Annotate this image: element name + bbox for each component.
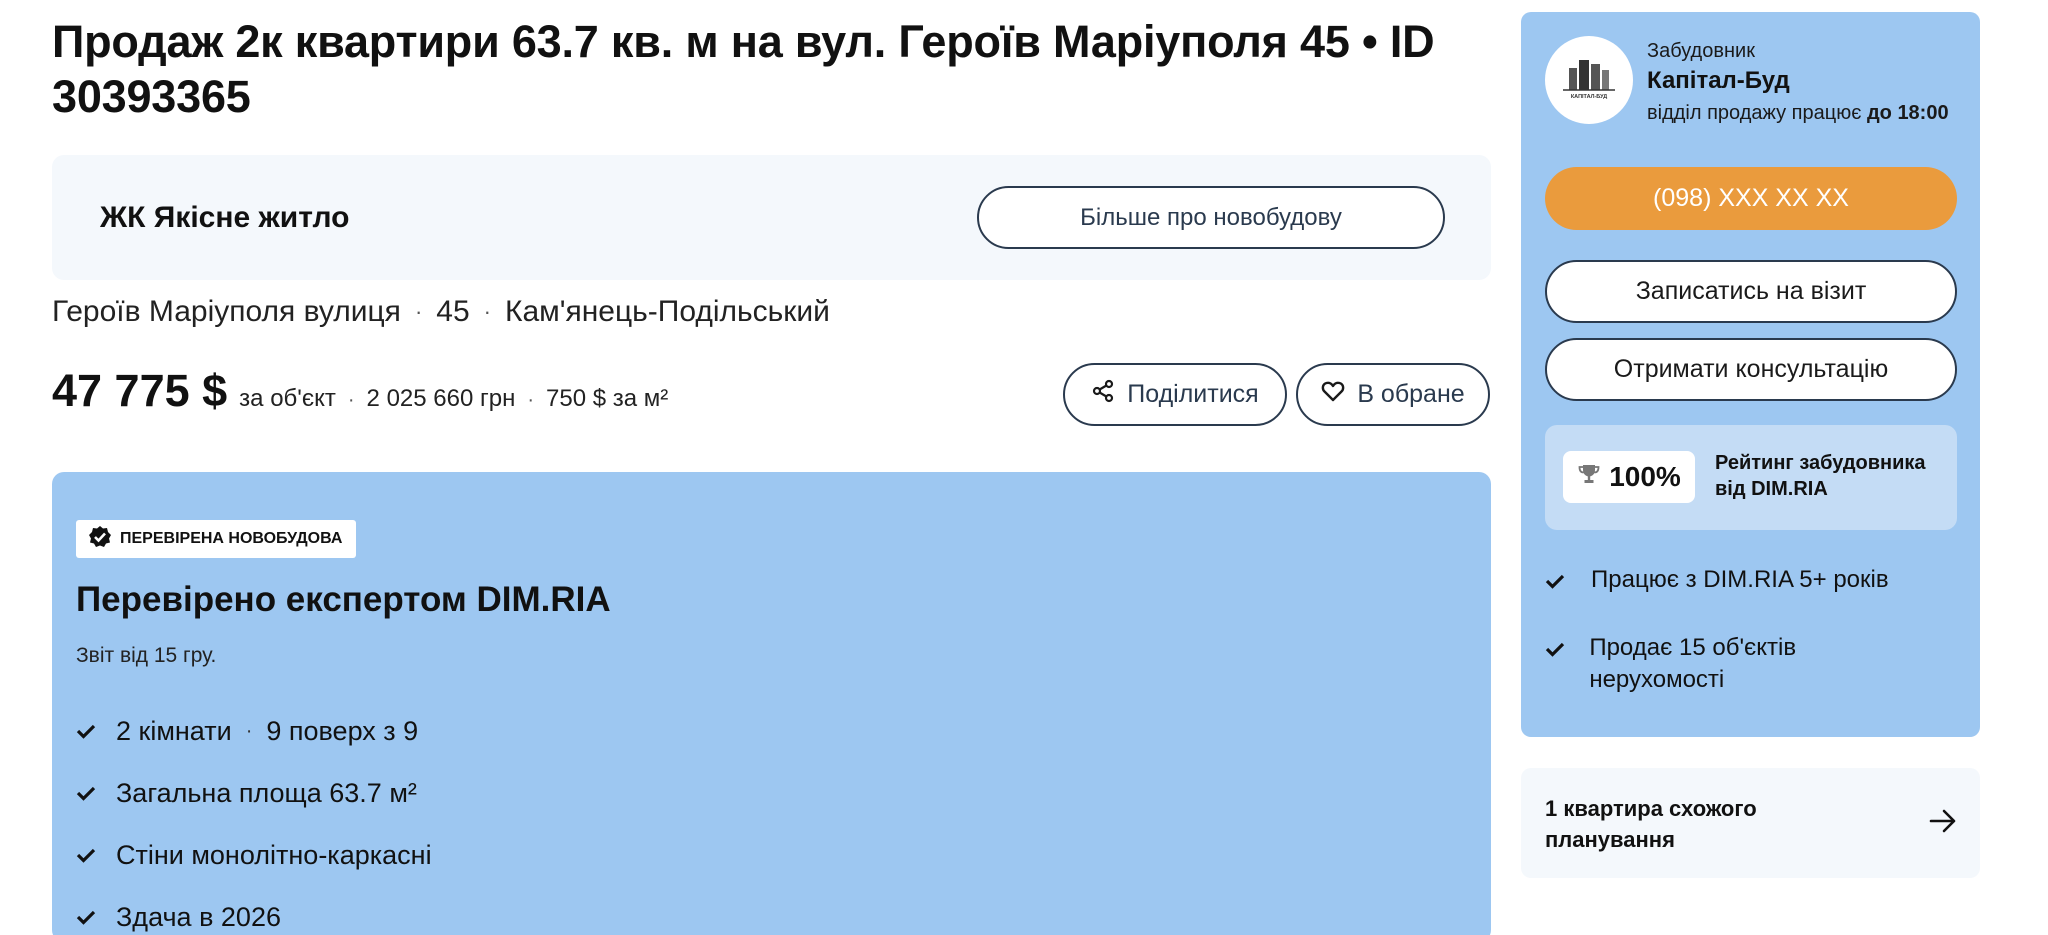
complex-name: ЖК Якісне житло [100,201,350,234]
check-icon [1545,564,1591,598]
price-uah: 2 025 660 грн [366,385,516,412]
rooms-text: 2 кімнати [116,715,232,746]
developer-fact: Працює з DIM.RIA 5+ років [1545,564,1889,598]
price-per-object-label: за об'єкт [239,385,336,412]
developer-name[interactable]: Капітал-Буд [1647,67,1790,95]
share-button[interactable]: Поділитися [1063,363,1287,426]
address-city[interactable]: Кам'янець-Подільський [505,295,830,329]
floor-text: 9 поверх з 9 [266,715,419,746]
separator-dot: · [347,389,355,411]
check-icon [76,785,116,801]
list-item: Здача в 2026 [76,886,432,935]
price-usd: 47 775 $ [52,365,228,416]
show-phone-button[interactable]: (098) XXX XX XX [1545,167,1957,230]
area-text: Загальна площа 63.7 м² [116,777,417,808]
rating-chip: 100% [1563,451,1695,503]
developer-rating-box: 100% Рейтинг забудовника від DIM.RIA [1545,425,1957,530]
verification-list: 2 кімнати · 9 поверх з 9 Загальна площа … [76,700,432,935]
rating-label: Рейтинг забудовника від DIM.RIA [1715,452,1926,500]
trophy-icon [1577,461,1601,493]
list-item: 2 кімнати · 9 поверх з 9 [76,700,432,762]
rating-value: 100% [1609,461,1681,492]
share-label: Поділитися [1127,380,1259,408]
walls-text: Стіни монолітно-каркасні [116,839,432,870]
arrow-right-icon [1928,806,1958,841]
similar-layout-link[interactable]: 1 квартира схожого планування [1521,768,1980,878]
page-title: Продаж 2к квартири 63.7 кв. м на вул. Ге… [52,16,1435,122]
completion-text: Здача в 2026 [116,901,281,932]
developer-fact: Продає 15 об'єктів нерухомості [1545,632,1925,696]
sales-hours-time: до 18:00 [1866,102,1949,124]
verified-check-icon [88,525,112,554]
developer-logo-text: КАПІТАЛ-БУД [1571,94,1607,100]
fact-text: Продає 15 об'єктів нерухомості [1589,634,1797,693]
separator-dot: · [414,299,423,324]
add-to-favorites-button[interactable]: В обране [1296,363,1490,426]
address-line: Героїв Маріуполя вулиця · 45 · Кам'янець… [52,295,830,329]
verification-title: Перевірено експертом DIM.RIA [76,580,611,619]
fact-text: Працює з DIM.RIA 5+ років [1591,566,1889,593]
verified-badge-label: ПЕРЕВІРЕНА НОВОБУДОВА [120,530,343,547]
price-row: 47 775 $ за об'єкт · 2 025 660 грн · 750… [52,365,668,417]
verified-badge: ПЕРЕВІРЕНА НОВОБУДОВА [76,520,357,558]
separator-dot: · [245,719,253,742]
separator-dot: · [527,389,535,411]
check-icon [76,847,116,863]
developer-logo[interactable]: КАПІТАЛ-БУД [1545,36,1633,124]
check-icon [76,723,116,739]
verification-panel: ПЕРЕВІРЕНА НОВОБУДОВА Перевірено експерт… [52,472,1491,935]
price-per-sqm: 750 $ за м² [546,385,669,412]
list-item: Стіни монолітно-каркасні [76,824,432,886]
get-consultation-button[interactable]: Отримати консультацію [1545,338,1957,401]
check-icon [1545,632,1589,696]
similar-layout-label: 1 квартира схожого планування [1545,796,1757,852]
address-number: 45 [436,295,470,328]
sales-hours: відділ продажу працює до 18:00 [1647,102,1949,125]
check-icon [76,909,116,925]
address-street[interactable]: Героїв Маріуполя вулиця [52,295,401,329]
heart-icon [1321,380,1345,409]
favorites-label: В обране [1357,380,1465,408]
share-icon [1091,379,1115,410]
complex-info-box: ЖК Якісне житло Більше про новобудову [52,155,1491,280]
schedule-visit-button[interactable]: Записатись на візит [1545,260,1957,323]
sales-hours-prefix: відділ продажу працює [1647,102,1862,124]
more-about-complex-button[interactable]: Більше про новобудову [977,186,1445,249]
developer-label: Забудовник [1647,40,1755,62]
verification-report-date: Звіт від 15 гру. [76,644,217,667]
separator-dot: · [483,299,491,324]
list-item: Загальна площа 63.7 м² [76,762,432,824]
developer-sidebar: КАПІТАЛ-БУД Забудовник Капітал-Буд відді… [1521,12,1980,737]
